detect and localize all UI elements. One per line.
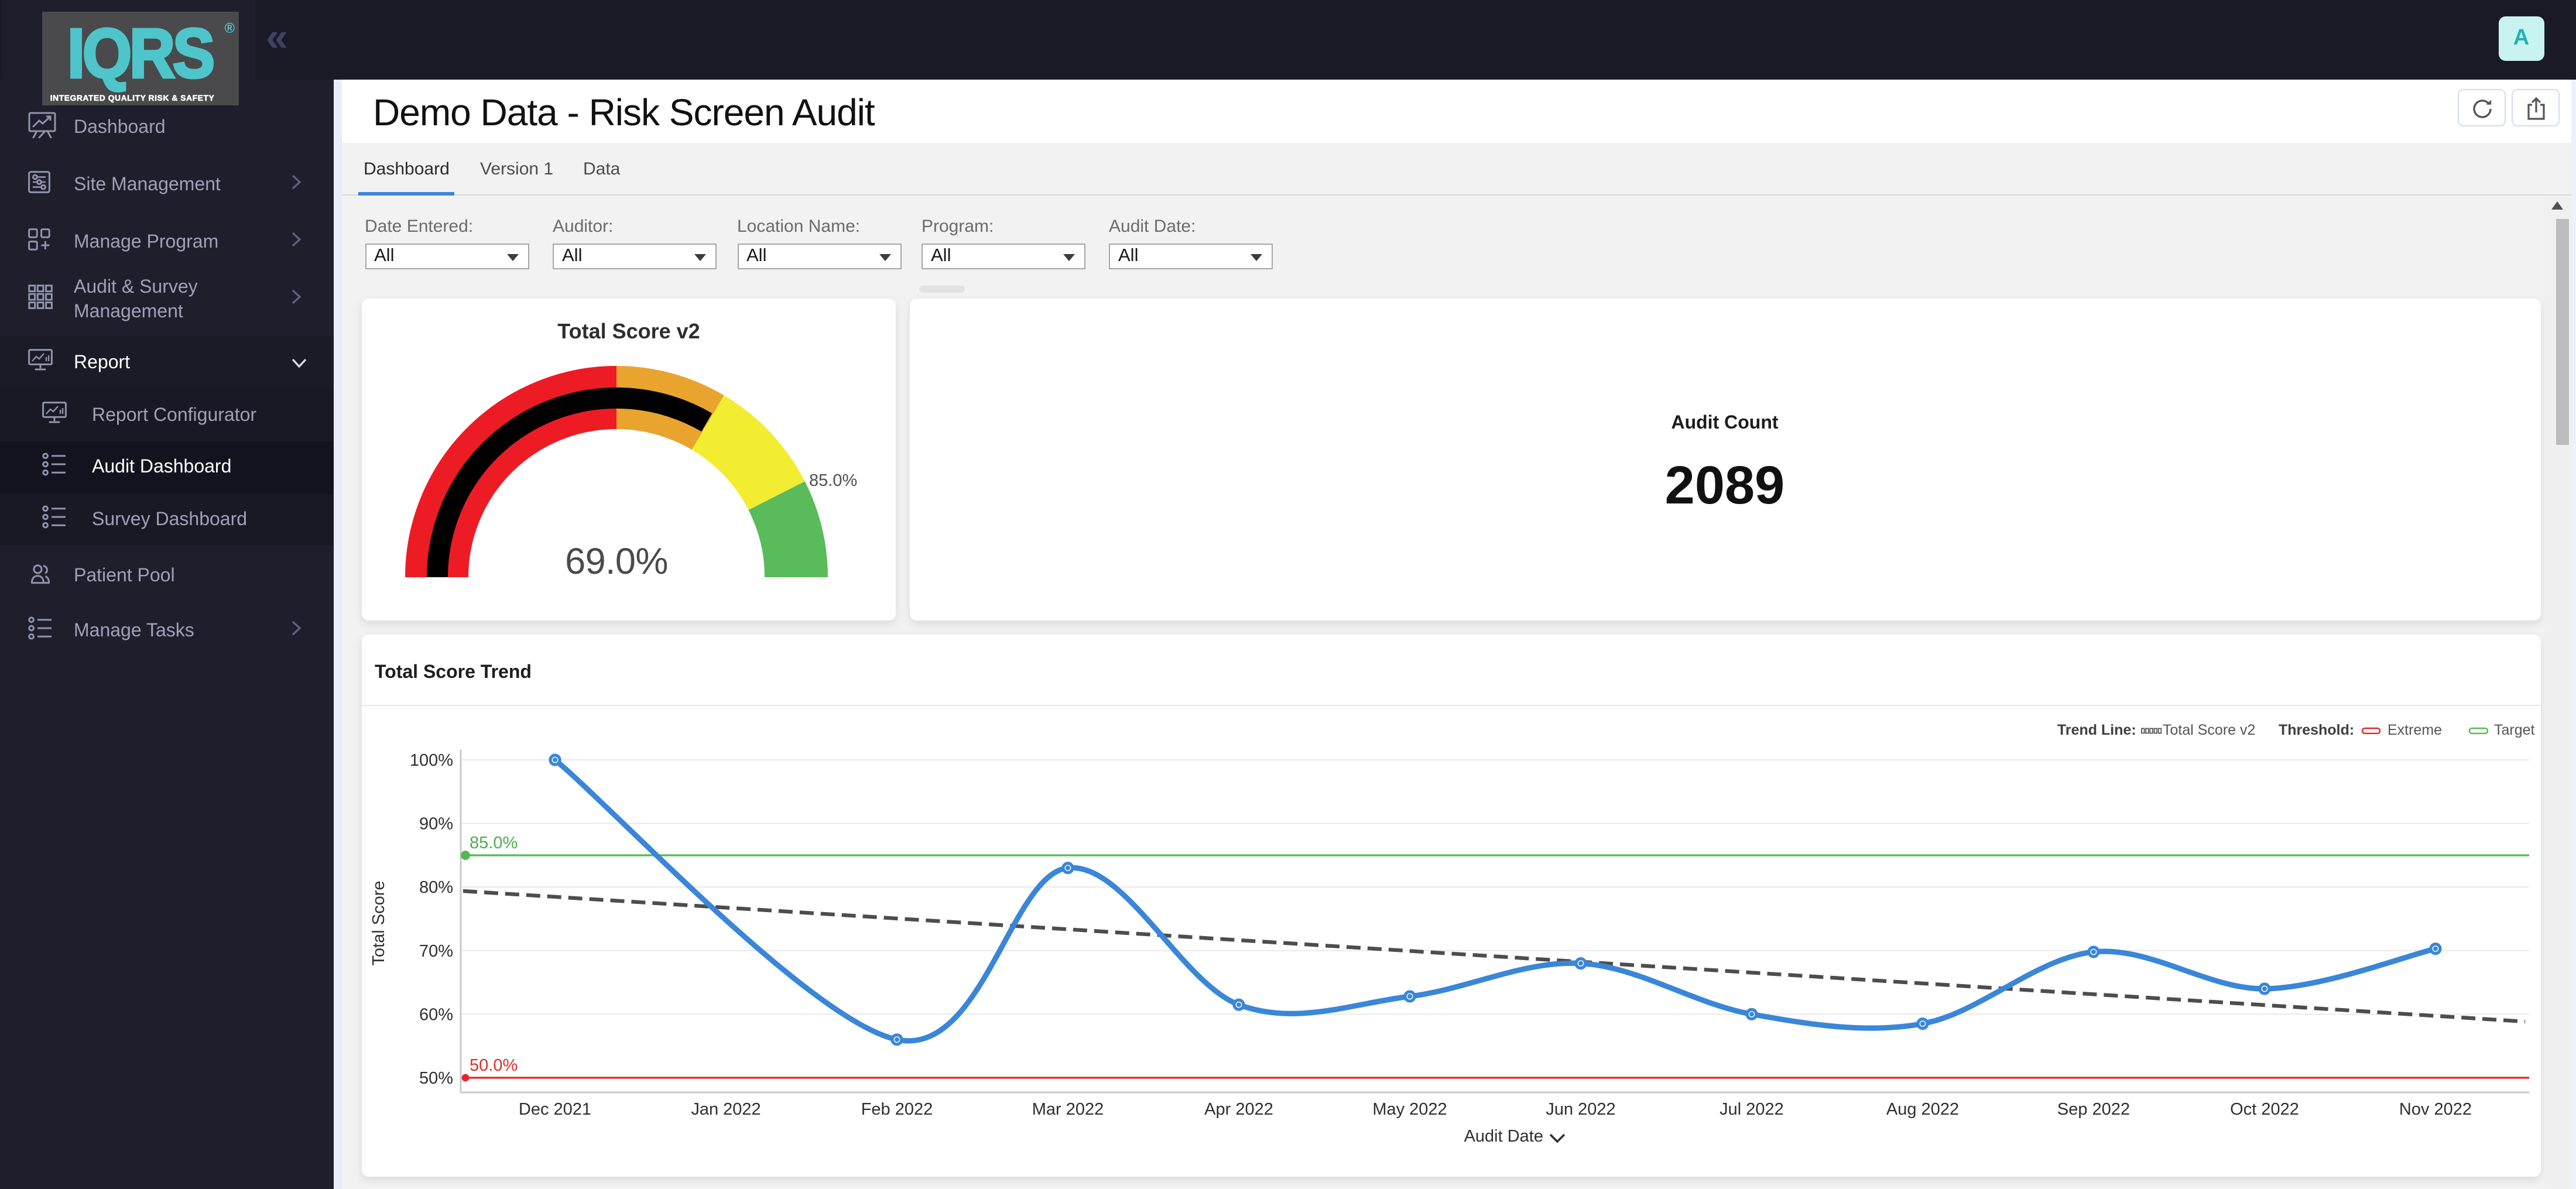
svg-text:70%: 70% [419, 942, 453, 961]
svg-text:Feb 2022: Feb 2022 [861, 1100, 933, 1119]
svg-text:50%: 50% [419, 1069, 453, 1088]
svg-text:Jul 2022: Jul 2022 [1719, 1100, 1784, 1119]
svg-text:Total Score Trend: Total Score Trend [375, 661, 532, 682]
svg-text:Total Score v2: Total Score v2 [2163, 722, 2255, 738]
svg-text:80%: 80% [419, 878, 453, 897]
svg-text:Dec 2021: Dec 2021 [519, 1100, 591, 1119]
svg-text:100%: 100% [410, 751, 453, 770]
svg-text:Threshold:: Threshold: [2279, 722, 2354, 738]
svg-text:Mar 2022: Mar 2022 [1032, 1100, 1104, 1119]
svg-text:Oct 2022: Oct 2022 [2230, 1100, 2299, 1119]
svg-text:Nov 2022: Nov 2022 [2399, 1100, 2472, 1119]
svg-text:Sep 2022: Sep 2022 [2057, 1100, 2130, 1119]
svg-text:Total Score: Total Score [369, 880, 388, 965]
svg-text:May 2022: May 2022 [1372, 1100, 1447, 1119]
svg-text:Trend Line:: Trend Line: [2057, 722, 2136, 738]
svg-text:Audit Date: Audit Date [1464, 1127, 1543, 1146]
svg-text:60%: 60% [419, 1005, 453, 1024]
svg-text:Apr 2022: Apr 2022 [1204, 1100, 1273, 1119]
svg-text:Aug 2022: Aug 2022 [1886, 1100, 1959, 1119]
svg-text:Target: Target [2494, 722, 2535, 738]
svg-text:90%: 90% [419, 815, 453, 834]
svg-text:Extreme: Extreme [2387, 722, 2442, 738]
svg-text:Jan 2022: Jan 2022 [691, 1100, 761, 1119]
svg-text:85.0%: 85.0% [470, 834, 518, 852]
svg-text:50.0%: 50.0% [470, 1056, 518, 1075]
svg-text:Jun 2022: Jun 2022 [1546, 1100, 1615, 1119]
